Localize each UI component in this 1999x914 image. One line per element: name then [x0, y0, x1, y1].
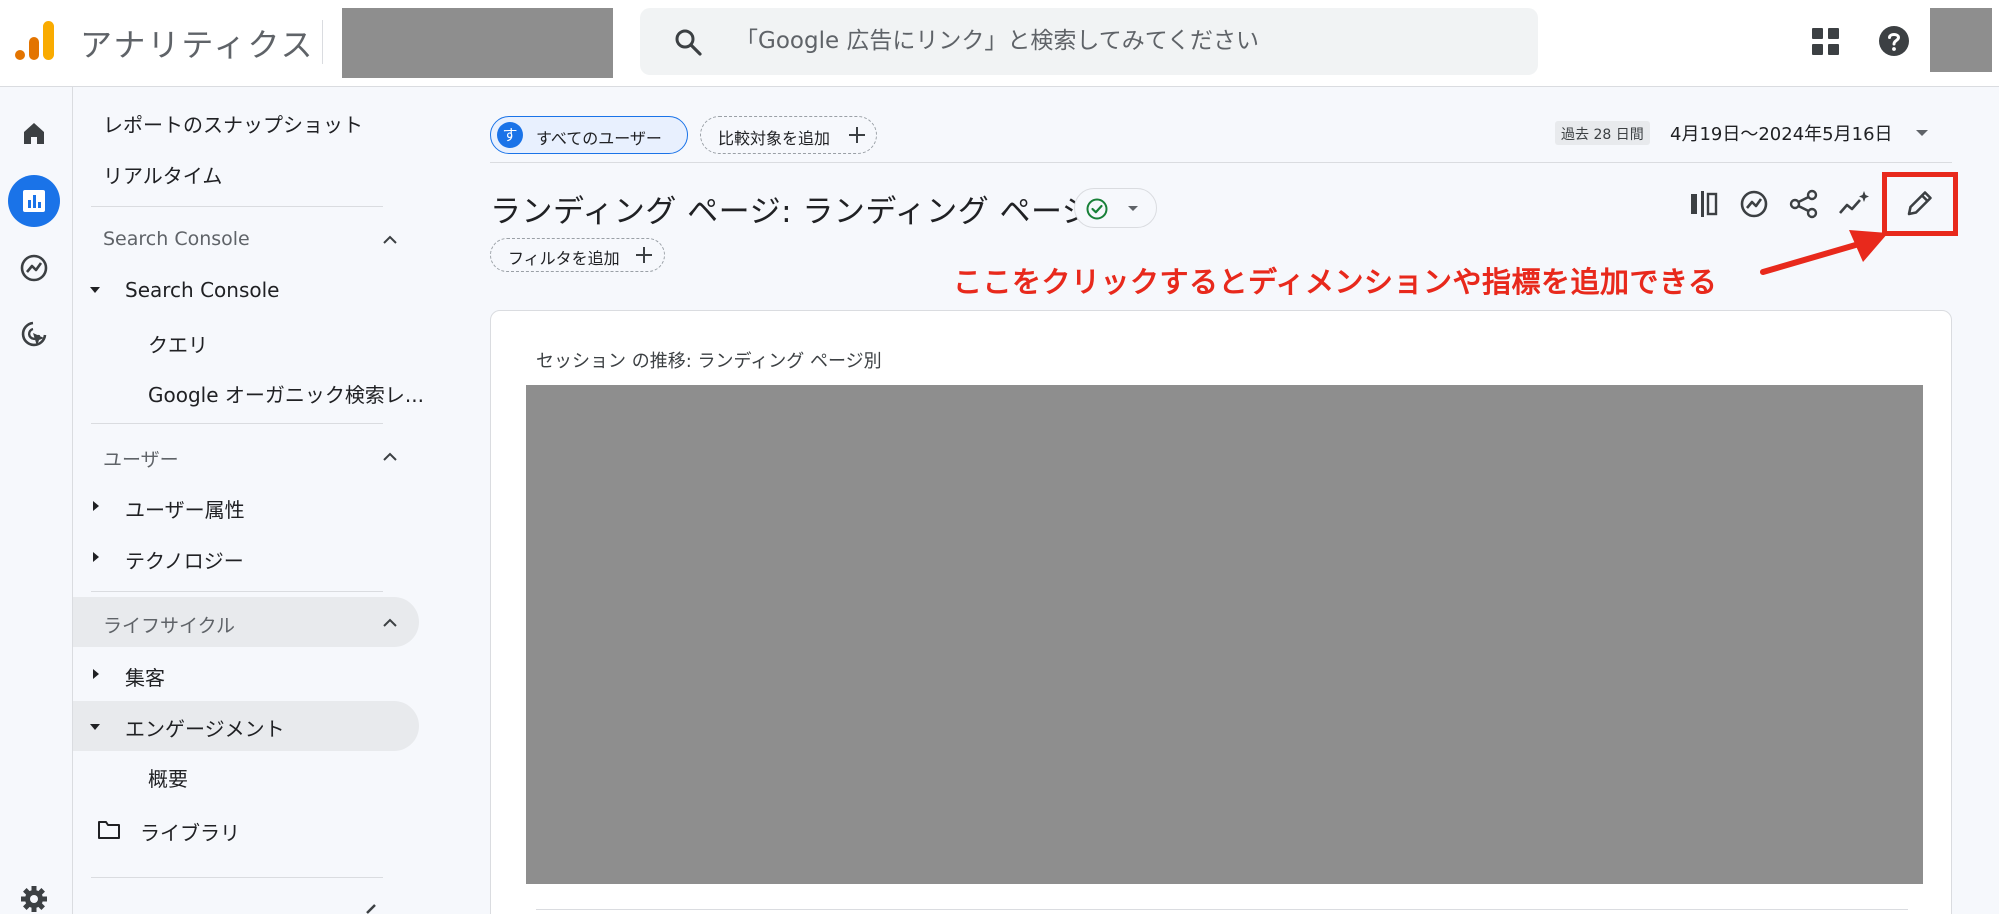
- gear-icon: [21, 886, 47, 912]
- segment-badge: す: [497, 122, 523, 148]
- nav-item-user-attributes[interactable]: ユーザー属性: [125, 494, 245, 523]
- help-icon[interactable]: [1878, 25, 1910, 57]
- nav-section-lifecycle[interactable]: ライフサイクル: [103, 611, 393, 638]
- date-range[interactable]: 4月19日～2024年5月16日: [1670, 120, 1893, 146]
- nav-section-search-console[interactable]: Search Console: [103, 228, 393, 250]
- nav-item-organic-search[interactable]: Google オーガニック検索レ...: [148, 379, 424, 408]
- date-range-badge: 過去 28 日間: [1555, 121, 1650, 145]
- home-icon: [24, 123, 44, 144]
- rail-explore[interactable]: [8, 242, 60, 294]
- apps-grid-icon[interactable]: [1811, 27, 1841, 57]
- search-input[interactable]: [735, 24, 1515, 58]
- account-selector[interactable]: [342, 8, 613, 78]
- plus-icon: [636, 247, 652, 263]
- nav-item-realtime[interactable]: リアルタイム: [103, 160, 222, 189]
- card-title: セッション の推移: ランディング ページ別: [536, 351, 882, 372]
- nav-item-query[interactable]: クエリ: [148, 329, 208, 358]
- chart-card: セッション の推移: ランディング ページ別: [490, 310, 1952, 914]
- reports-icon: [23, 190, 45, 212]
- nav-item-engagement[interactable]: エンゲージメント: [125, 713, 285, 742]
- caret-right-icon[interactable]: [93, 552, 99, 562]
- analytics-logo-icon[interactable]: [14, 19, 56, 61]
- chevron-up-icon[interactable]: [383, 235, 397, 244]
- search-box[interactable]: [640, 8, 1538, 75]
- nav-divider: [91, 423, 383, 424]
- chevron-up-icon[interactable]: [383, 618, 397, 627]
- app-title: アナリティクス: [80, 26, 315, 64]
- nav-item-overview[interactable]: 概要: [148, 763, 188, 792]
- nav-divider: [91, 877, 383, 878]
- insights-sparkle-icon[interactable]: [1838, 188, 1870, 220]
- left-nav: レポートのスナップショット リアルタイム Search Console Sear…: [73, 87, 425, 914]
- nav-section-label: ユーザー: [103, 449, 179, 471]
- chart-area: [526, 385, 1923, 884]
- nav-item-acquisition[interactable]: 集客: [125, 662, 165, 691]
- add-filter-button[interactable]: フィルタを追加: [490, 238, 665, 272]
- compare-icon[interactable]: [1688, 188, 1720, 220]
- rail-home[interactable]: [8, 107, 60, 159]
- left-rail: [0, 87, 73, 914]
- rail-reports[interactable]: [8, 175, 60, 227]
- top-bar: アナリティクス: [0, 0, 1999, 87]
- date-dropdown-icon[interactable]: [1916, 130, 1928, 136]
- collapse-nav-icon[interactable]: [363, 902, 383, 914]
- caret-right-icon[interactable]: [93, 501, 99, 511]
- chevron-down-icon: [1128, 206, 1138, 211]
- page-title: ランディング ページ: ランディング ページ: [490, 194, 1094, 230]
- nav-section-label: Search Console: [103, 228, 250, 250]
- divider: [490, 162, 1952, 163]
- divider: [536, 909, 1908, 910]
- search-icon: [675, 29, 702, 56]
- segment-chip-all-users[interactable]: す すべてのユーザー: [490, 116, 688, 154]
- caret-down-icon[interactable]: [90, 724, 100, 730]
- plus-icon: [849, 127, 865, 143]
- segment-label: すべてのユーザー: [536, 129, 662, 148]
- caret-down-icon[interactable]: [90, 287, 100, 293]
- add-comparison-button[interactable]: 比較対象を追加: [700, 116, 877, 154]
- annotation-text: ここをクリックするとディメンションや指標を追加できる: [953, 265, 1718, 299]
- avatar[interactable]: [1930, 8, 1992, 72]
- explore-icon: [20, 254, 48, 282]
- nav-item-technology[interactable]: テクノロジー: [125, 545, 244, 574]
- rail-advertising[interactable]: [8, 309, 60, 361]
- nav-item-library[interactable]: ライブラリ: [140, 817, 240, 846]
- share-icon[interactable]: [1788, 188, 1820, 220]
- annotation-arrow: [1760, 230, 1888, 275]
- add-comparison-label: 比較対象を追加: [718, 129, 831, 148]
- nav-divider: [91, 591, 383, 592]
- nav-item-search-console[interactable]: Search Console: [125, 278, 279, 302]
- report-status-chip[interactable]: [1074, 188, 1157, 228]
- rail-admin[interactable]: [8, 873, 60, 914]
- check-circle-icon: [1086, 198, 1108, 220]
- nav-section-label: ライフサイクル: [103, 615, 236, 637]
- insights-chart-icon[interactable]: [1738, 188, 1770, 220]
- add-filter-label: フィルタを追加: [508, 249, 620, 268]
- chevron-up-icon[interactable]: [383, 452, 397, 461]
- nav-item-snapshot[interactable]: レポートのスナップショット: [103, 109, 363, 138]
- folder-icon: [98, 821, 120, 839]
- advertising-icon: [21, 321, 47, 347]
- nav-divider: [91, 206, 383, 207]
- caret-right-icon[interactable]: [93, 669, 99, 679]
- nav-section-user[interactable]: ユーザー: [103, 445, 393, 472]
- divider: [322, 20, 323, 64]
